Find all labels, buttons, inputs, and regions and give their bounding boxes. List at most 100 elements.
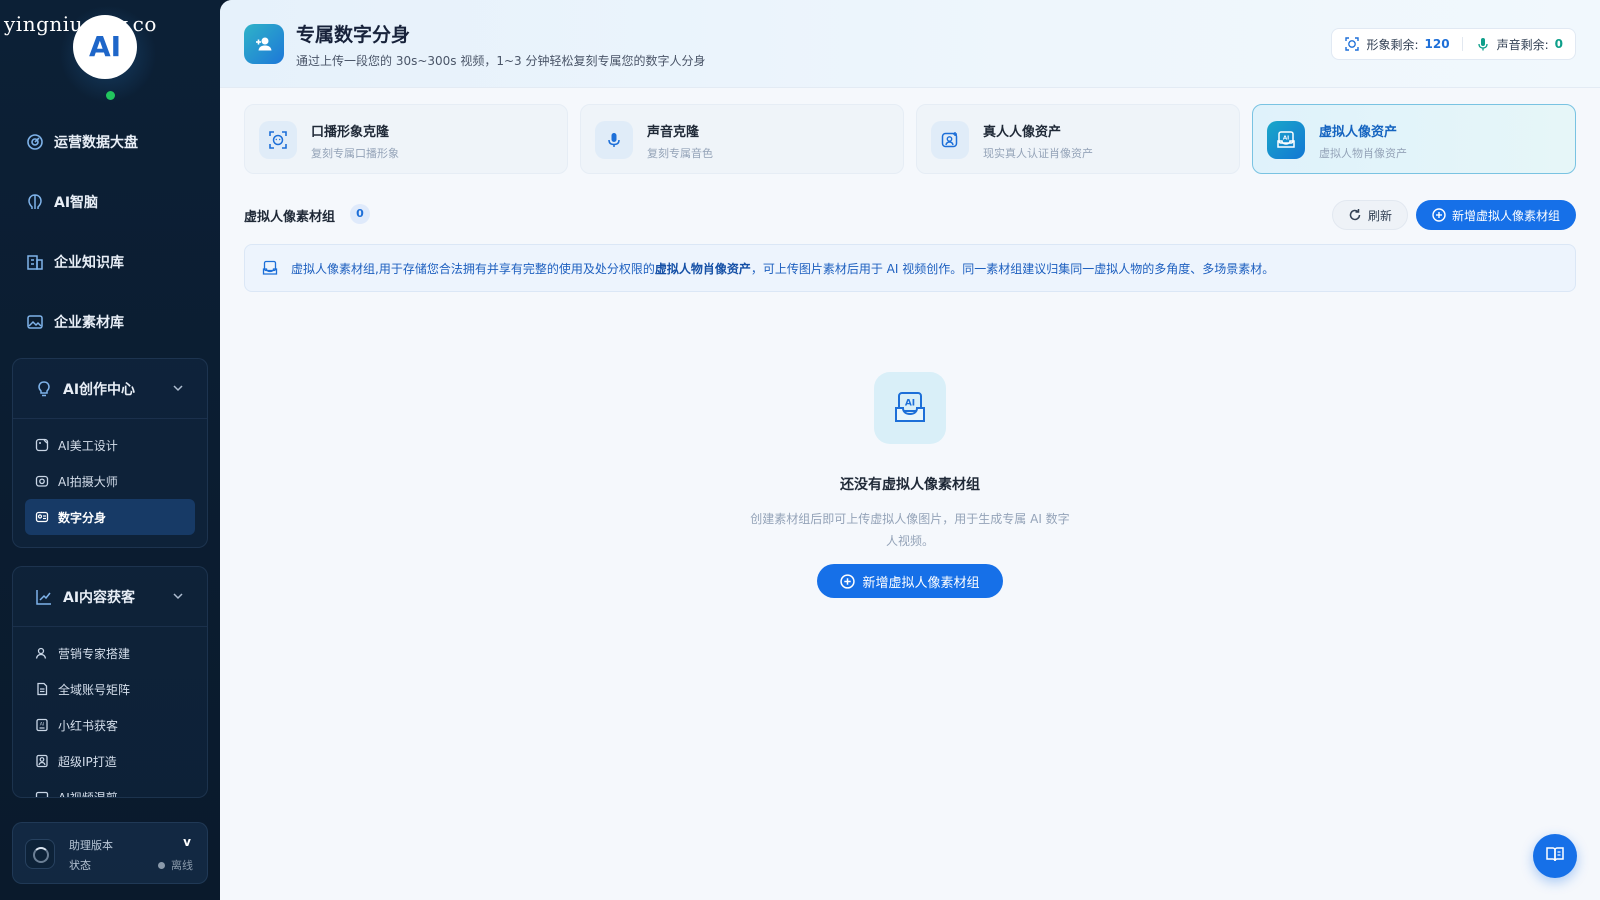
empty-button-label: 新增虚拟人像素材组 [862, 575, 980, 591]
section-toolbar: 虚拟人像素材组 0 刷新 新增虚拟人像素材组 [244, 200, 1576, 230]
main-content: 专属数字分身 通过上传一段您的 30s~300s 视频，1~3 分钟轻松复刻专属… [220, 0, 1600, 900]
tab-voice-clone[interactable]: 声音克隆 复刻专属音色 [580, 104, 904, 174]
knowledge-base-icon [26, 253, 44, 271]
tab-virtual-portrait[interactable]: AI 虚拟人像资产 虚拟人物肖像资产 [1252, 104, 1576, 174]
sidebar-item-label: AI智脑 [54, 195, 99, 211]
count-badge: 0 [350, 204, 370, 224]
user-expert-icon [35, 646, 49, 660]
tab-title: 声音克隆 [647, 125, 700, 140]
notice-text-after: ，可上传图片素材后用于 AI 视频创作。同一素材组建议归集同一虚拟人物的多角度、… [750, 261, 1275, 276]
ai-inbox-icon [261, 259, 279, 277]
sidebar-item-xiaohongshu[interactable]: AI 小红书获客 [25, 707, 195, 743]
sidebar-item-label: AI视频混剪 [58, 790, 118, 798]
sidebar-item-dashboard[interactable]: 运营数据大盘 [0, 112, 220, 172]
assistant-version-value: v [183, 835, 191, 849]
quota-panel: 形象剩余: 120 声音剩余: 0 [1331, 28, 1576, 60]
sidebar-item-knowledge[interactable]: 企业知识库 [0, 232, 220, 292]
voice-quota-label: 声音剩余: [1496, 37, 1549, 52]
refresh-label: 刷新 [1367, 208, 1392, 223]
asset-tabs: 口播形象克隆 复刻专属口播形象 声音克隆 复刻专属音色 真人人像资产 现实真人认… [244, 104, 1576, 174]
page-title: 专属数字分身 [296, 24, 411, 46]
nav-group-ai-creation: AI创作中心 AI美工设计 AI拍摄大师 数字分身 [12, 358, 208, 548]
plus-circle-icon [1432, 208, 1446, 222]
face-scan-icon [1344, 36, 1360, 52]
user-add-icon [244, 24, 284, 64]
sidebar-item-label: 营销专家搭建 [58, 646, 131, 661]
image-quota: 形象剩余: 120 [1344, 36, 1450, 53]
sidebar-item-label: AI拍摄大师 [58, 474, 118, 489]
tab-subtitle: 现实真人认证肖像资产 [983, 147, 1093, 160]
sidebar-item-super-ip[interactable]: 超级IP打造 [25, 743, 195, 779]
sidebar-item-ai-design[interactable]: AI美工设计 [25, 427, 195, 463]
divider [1461, 37, 1463, 51]
sidebar-item-materials[interactable]: 企业素材库 [0, 292, 220, 352]
empty-state-title: 还没有虚拟人像素材组 [840, 477, 980, 493]
info-notice: 虚拟人像素材组,用于存储您合法拥有并享有完整的使用及处分权限的 虚拟人物肖像资产… [244, 244, 1576, 292]
chevron-down-icon [171, 589, 185, 603]
tab-subtitle: 复刻专属音色 [647, 147, 713, 160]
refresh-button[interactable]: 刷新 [1332, 200, 1408, 230]
palette-icon [35, 438, 49, 452]
loading-spinner-icon [25, 839, 55, 869]
empty-add-material-group-button[interactable]: 新增虚拟人像素材组 [817, 564, 1003, 598]
section-title: 虚拟人像素材组 [244, 210, 336, 225]
plus-circle-icon [840, 573, 856, 589]
nav-group-ai-content: AI内容获客 营销专家搭建 全域账号矩阵 AI 小红书获客 超级IP打造 AI视… [12, 566, 208, 798]
sidebar-item-label: 小红书获客 [58, 718, 119, 733]
notice-highlight: 虚拟人物肖像资产 [654, 261, 751, 276]
microphone-icon [595, 121, 633, 159]
tab-title: 口播形象克隆 [311, 125, 390, 140]
page-header: 专属数字分身 通过上传一段您的 30s~300s 视频，1~3 分钟轻松复刻专属… [220, 0, 1600, 88]
chevron-down-icon [171, 381, 185, 395]
ai-doc-icon: AI [35, 718, 49, 732]
sidebar-item-account-matrix[interactable]: 全域账号矩阵 [25, 671, 195, 707]
sidebar-item-ai-photo[interactable]: AI拍摄大师 [25, 463, 195, 499]
add-label: 新增虚拟人像素材组 [1451, 208, 1560, 223]
sidebar-item-digital-avatar[interactable]: 数字分身 [25, 499, 195, 535]
refresh-icon [1348, 208, 1362, 222]
face-scan-icon [259, 121, 297, 159]
assistant-status-card[interactable]: 助理版本 状态 v 离线 [12, 822, 208, 884]
id-badge-icon [35, 754, 49, 768]
online-status-dot [106, 91, 115, 100]
empty-state-icon: AI [874, 372, 946, 444]
sidebar-item-video-mix[interactable]: AI视频混剪 [25, 779, 195, 798]
book-icon [1545, 844, 1565, 868]
avatar-card-icon [35, 510, 49, 524]
voice-quota-value: 0 [1554, 37, 1563, 51]
svg-text:AI: AI [1283, 136, 1289, 142]
sidebar-item-label: 超级IP打造 [58, 754, 117, 769]
empty-state-description: 创建素材组后即可上传虚拟人像图片，用于生成专属 AI 数字人视频。 [750, 512, 1070, 548]
sidebar: yingniu.10v.co AI 运营数据大盘 AI智脑 企业知识库 企业素材… [0, 0, 220, 900]
sidebar-item-label: 运营数据大盘 [54, 135, 138, 151]
sidebar-item-label: 企业素材库 [54, 315, 124, 331]
sidebar-item-label: AI美工设计 [58, 438, 118, 453]
nav-group-header[interactable]: AI创作中心 [13, 359, 207, 419]
portrait-add-icon [931, 121, 969, 159]
microphone-icon [1475, 36, 1491, 52]
sidebar-item-label: 企业知识库 [54, 255, 124, 271]
tab-avatar-clone[interactable]: 口播形象克隆 复刻专属口播形象 [244, 104, 568, 174]
image-quota-value: 120 [1424, 37, 1450, 51]
brain-icon [26, 193, 44, 211]
sidebar-item-ai-brain[interactable]: AI智脑 [0, 172, 220, 232]
watermark: yingniu.10v.co [4, 12, 157, 36]
offline-dot-icon [158, 861, 165, 869]
page-subtitle: 通过上传一段您的 30s~300s 视频，1~3 分钟轻松复刻专属您的数字人分身 [296, 54, 706, 68]
nav-group-header[interactable]: AI内容获客 [13, 567, 207, 627]
sidebar-item-label: 全域账号矩阵 [58, 682, 131, 697]
sidebar-item-marketing-expert[interactable]: 营销专家搭建 [25, 635, 195, 671]
add-material-group-button[interactable]: 新增虚拟人像素材组 [1416, 200, 1576, 230]
tab-real-portrait[interactable]: 真人人像资产 现实真人认证肖像资产 [916, 104, 1240, 174]
tab-subtitle: 虚拟人物肖像资产 [1319, 147, 1407, 160]
tab-title: 真人人像资产 [983, 125, 1062, 140]
nav-group-label: AI内容获客 [63, 589, 136, 606]
camera-icon [35, 474, 49, 488]
help-book-button[interactable] [1533, 834, 1577, 878]
assistant-status-label: 状态 [69, 859, 91, 872]
sidebar-nav: 运营数据大盘 AI智脑 企业知识库 企业素材库 [0, 112, 220, 352]
assistant-status-value: 离线 [158, 857, 193, 873]
voice-quota: 声音剩余: 0 [1475, 36, 1563, 53]
tab-subtitle: 复刻专属口播形象 [311, 147, 399, 160]
tab-title: 虚拟人像资产 [1319, 125, 1398, 140]
